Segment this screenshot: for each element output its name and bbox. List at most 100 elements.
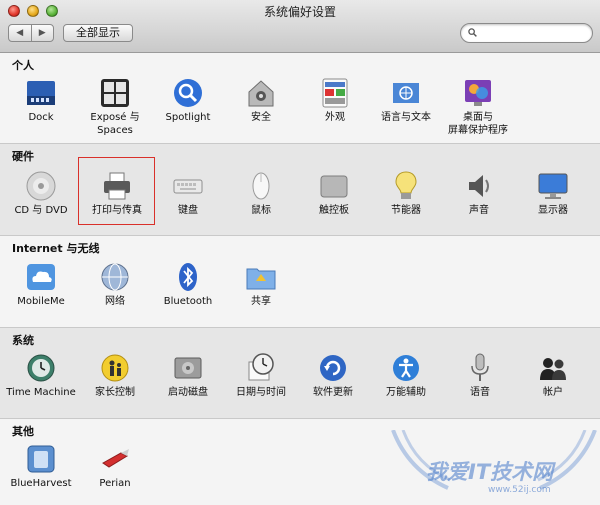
back-forward-control: ◀ ▶: [8, 24, 54, 42]
pref-label: Dock: [28, 112, 54, 123]
pref-label: 鼠标: [251, 205, 271, 216]
pref-sharing[interactable]: 共享: [222, 261, 300, 308]
un-flag-icon: [393, 83, 419, 103]
cd-dvd-icon: [26, 171, 56, 201]
pref-label: 显示器: [538, 205, 568, 216]
section-title-internet: Internet 与无线: [12, 242, 100, 255]
pref-label: 帐户: [543, 387, 563, 398]
pref-cd-dvd[interactable]: CD 与 DVD: [2, 170, 80, 217]
pref-appearance[interactable]: 外观: [296, 77, 374, 124]
speaker-icon: [469, 175, 489, 197]
pref-trackpad[interactable]: 触控板: [295, 170, 373, 217]
pref-label: 声音: [469, 205, 489, 216]
pref-blueharvest[interactable]: BlueHarvest: [2, 443, 80, 490]
pref-perian[interactable]: Perian: [76, 443, 154, 490]
pref-label: Time Machine: [6, 387, 76, 398]
pref-label: Perian: [99, 478, 131, 489]
pref-label: 启动磁盘: [168, 387, 208, 398]
pref-label: 语言与文本: [381, 112, 431, 123]
pref-label: 外观: [325, 112, 345, 123]
back-arrow-icon: ◀: [16, 28, 24, 38]
section-internet-wireless: Internet 与无线 MobileMe 网络 Bluetooth 共享: [0, 236, 600, 328]
pref-label: 万能辅助: [386, 387, 426, 398]
section-title-personal: 个人: [12, 59, 34, 72]
section-system: 系统 Time Machine 家长控制 启动磁盘 日期与时间 软件更新 万能辅…: [0, 328, 600, 419]
pref-label: Spotlight: [165, 112, 211, 123]
sharing-folder-icon: [246, 268, 276, 290]
house-security-icon: [248, 80, 274, 107]
pref-sound[interactable]: 声音: [440, 170, 518, 217]
pref-energy-saver[interactable]: 节能器: [367, 170, 445, 217]
search-icon: [468, 28, 477, 37]
startup-disk-icon: [174, 357, 202, 379]
pref-label: 语音: [470, 387, 490, 398]
pref-label-line2: Spaces: [97, 125, 133, 136]
site-watermark: 我爱IT技术网 www.52ij.com: [388, 430, 600, 505]
pref-label: BlueHarvest: [10, 478, 72, 489]
pref-displays[interactable]: 显示器: [514, 170, 592, 217]
forward-button[interactable]: ▶: [30, 25, 54, 41]
lightbulb-icon: [395, 171, 417, 199]
pref-keyboard[interactable]: 键盘: [149, 170, 227, 217]
section-title-hardware: 硬件: [12, 150, 34, 163]
show-all-button[interactable]: 全部显示: [63, 24, 133, 42]
pref-label: Exposé 与: [90, 112, 140, 123]
pref-mouse[interactable]: 鼠标: [222, 170, 300, 217]
pref-label: CD 与 DVD: [14, 205, 68, 216]
microphone-icon: [471, 353, 489, 381]
pref-label-line2: 屏幕保护程序: [448, 125, 508, 136]
pref-parental-controls[interactable]: 家长控制: [76, 352, 154, 399]
bluetooth-icon: [179, 263, 197, 291]
system-preferences-window: 系统偏好设置 ◀ ▶ 全部显示 个人 Dock Exposé 与 Spaces …: [0, 0, 600, 505]
expose-spaces-icon: [101, 79, 129, 107]
pref-time-machine[interactable]: Time Machine: [2, 352, 80, 399]
title-bar: 系统偏好设置 ◀ ▶ 全部显示: [0, 0, 600, 53]
parental-controls-icon: [101, 354, 129, 382]
pref-label: Bluetooth: [163, 296, 213, 307]
mobileme-cloud-icon: [27, 264, 55, 290]
pref-software-update[interactable]: 软件更新: [294, 352, 372, 399]
pref-desktop-screensaver[interactable]: 桌面与 屏幕保护程序: [439, 77, 517, 137]
accounts-icon: [540, 358, 566, 380]
trackpad-icon: [320, 175, 348, 198]
pref-label: 共享: [251, 296, 271, 307]
pref-label: 触控板: [319, 205, 349, 216]
date-time-clock-icon: [248, 353, 274, 381]
pref-label: 软件更新: [313, 387, 353, 398]
pref-label: 安全: [251, 112, 271, 123]
pref-spotlight[interactable]: Spotlight: [149, 77, 227, 124]
search-field[interactable]: [460, 23, 593, 43]
print-fax-highlight-box: [78, 157, 155, 225]
keyboard-icon: [173, 179, 203, 194]
pref-bluetooth[interactable]: Bluetooth: [149, 261, 227, 308]
pref-label: 节能器: [391, 205, 421, 216]
pref-expose-spaces[interactable]: Exposé 与 Spaces: [76, 77, 154, 137]
pref-security[interactable]: 安全: [222, 77, 300, 124]
pref-language-text[interactable]: 语言与文本: [367, 77, 445, 124]
pref-speech[interactable]: 语音: [441, 352, 519, 399]
section-title-system: 系统: [12, 334, 34, 347]
pref-universal-access[interactable]: 万能辅助: [367, 352, 445, 399]
time-machine-icon: [27, 354, 55, 382]
section-personal: 个人 Dock Exposé 与 Spaces Spotlight 安全 外观 …: [0, 53, 600, 144]
perian-knife-icon: [102, 449, 129, 468]
pref-network[interactable]: 网络: [76, 261, 154, 308]
dock-icon: [27, 81, 55, 105]
pref-startup-disk[interactable]: 启动磁盘: [149, 352, 227, 399]
pref-label: 网络: [105, 296, 125, 307]
software-update-icon: [320, 355, 346, 381]
pref-mobileme[interactable]: MobileMe: [2, 261, 80, 308]
pref-label: 家长控制: [95, 387, 135, 398]
spotlight-icon: [174, 79, 202, 107]
pref-date-time[interactable]: 日期与时间: [222, 352, 300, 399]
forward-arrow-icon: ▶: [38, 28, 46, 38]
pref-dock[interactable]: Dock: [2, 77, 80, 124]
back-button[interactable]: ◀: [9, 25, 31, 41]
universal-access-icon: [393, 355, 419, 381]
display-icon: [538, 173, 568, 199]
pref-accounts[interactable]: 帐户: [514, 352, 592, 399]
desktop-screensaver-icon: [465, 80, 491, 106]
section-title-other: 其他: [12, 425, 34, 438]
pref-label: 键盘: [178, 205, 198, 216]
watermark-url: www.52ij.com: [488, 485, 551, 495]
